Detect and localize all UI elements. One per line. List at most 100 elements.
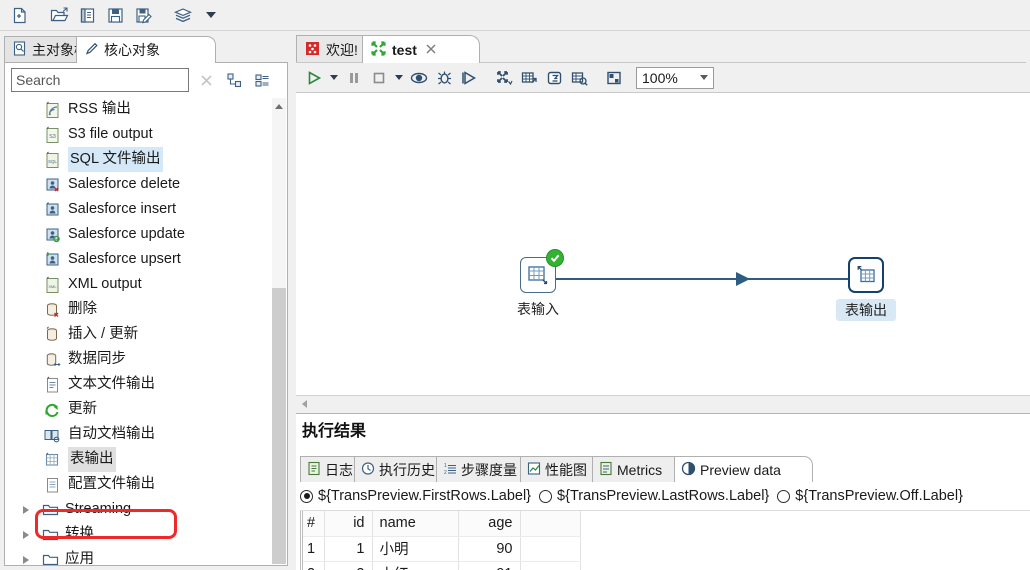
radio-off[interactable]: ${TransPreview.Off.Label} bbox=[777, 488, 963, 504]
chevron-right-icon[interactable] bbox=[17, 501, 35, 519]
preview-data-grid[interactable]: # id name age 1 1 小明 90 bbox=[300, 510, 1030, 570]
chevron-right-icon[interactable] bbox=[17, 526, 35, 544]
tab-preview-data[interactable]: Preview data bbox=[674, 456, 813, 482]
preview-data-table[interactable]: # id name age 1 1 小明 90 bbox=[300, 511, 581, 570]
save-as-icon[interactable] bbox=[130, 3, 156, 27]
clear-x-icon[interactable] bbox=[195, 69, 217, 91]
stop-dropdown-caret-icon[interactable] bbox=[392, 66, 406, 90]
debug-icon[interactable] bbox=[432, 66, 456, 90]
stop-icon[interactable] bbox=[367, 66, 391, 90]
hop-line[interactable] bbox=[528, 278, 858, 280]
tab-welcome-label: 欢迎! bbox=[326, 41, 358, 58]
tree-item-label: S3 file output bbox=[68, 126, 153, 142]
tree-item-rss-output[interactable]: RSS 输出 bbox=[5, 97, 287, 122]
cell-age: 90 bbox=[458, 536, 521, 562]
table-row[interactable]: 2 2 小红 91 bbox=[300, 561, 581, 570]
tree-item-salesforce-delete[interactable]: Salesforce delete bbox=[5, 172, 287, 197]
update-icon bbox=[43, 401, 61, 419]
tree-item-application[interactable]: 应用 bbox=[5, 547, 287, 565]
table-output-icon[interactable] bbox=[848, 257, 884, 293]
tab-performance-chart[interactable]: 性能图 bbox=[520, 456, 600, 482]
tree-item-s3-file-output[interactable]: S3 S3 file output bbox=[5, 122, 287, 147]
history-clock-icon bbox=[361, 461, 375, 479]
table-input-icon[interactable] bbox=[520, 249, 564, 293]
canvas-node-table-input[interactable]: 表输入 bbox=[508, 249, 568, 319]
canvas-node-table-output[interactable]: 表输出 bbox=[836, 257, 896, 321]
transformation-canvas[interactable]: 表输入 表输出 bbox=[296, 92, 1030, 395]
expand-all-icon[interactable] bbox=[223, 69, 245, 91]
tree-item-salesforce-upsert[interactable]: Salesforce upsert bbox=[5, 247, 287, 272]
perspective-icon[interactable] bbox=[170, 3, 196, 27]
radio-first-rows-indicator[interactable] bbox=[300, 489, 313, 503]
tree-item-data-sync[interactable]: 数据同步 bbox=[5, 347, 287, 372]
run-dropdown-caret-icon[interactable] bbox=[327, 66, 341, 90]
replay-icon[interactable] bbox=[457, 66, 481, 90]
save-icon[interactable] bbox=[102, 3, 128, 27]
tree-item-insert-update[interactable]: 插入 / 更新 bbox=[5, 322, 287, 347]
tab-core-objects[interactable]: 核心对象 bbox=[76, 36, 216, 63]
tab-log[interactable]: 日志 bbox=[300, 456, 362, 482]
tree-item-table-output[interactable]: 表输出 bbox=[5, 447, 287, 472]
radio-off-indicator[interactable] bbox=[777, 489, 791, 503]
tree-item-xml-output[interactable]: XML XML output bbox=[5, 272, 287, 297]
tab-metrics[interactable]: Metrics bbox=[592, 456, 682, 482]
new-file-icon[interactable] bbox=[6, 3, 32, 27]
tree-item-streaming[interactable]: Streaming bbox=[5, 497, 287, 522]
tree-item-update[interactable]: 更新 bbox=[5, 397, 287, 422]
tree-vertical-scrollbar[interactable] bbox=[272, 98, 286, 564]
close-icon[interactable] bbox=[425, 42, 437, 58]
search-input[interactable] bbox=[11, 68, 189, 92]
tab-execution-history[interactable]: 执行历史 bbox=[354, 456, 444, 482]
column-header-id[interactable]: id bbox=[324, 511, 373, 537]
explorer-icon[interactable] bbox=[74, 3, 100, 27]
tree-item-sql-file-output[interactable]: SQL SQL 文件输出 bbox=[5, 147, 287, 172]
chevron-down-icon[interactable] bbox=[700, 75, 708, 80]
inspect-icon[interactable] bbox=[567, 66, 591, 90]
text-file-output-icon bbox=[43, 376, 61, 394]
salesforce-insert-icon bbox=[43, 201, 61, 219]
open-file-icon[interactable] bbox=[46, 3, 72, 27]
scrollbar-thumb[interactable] bbox=[272, 288, 286, 564]
tree-item-salesforce-insert[interactable]: Salesforce insert bbox=[5, 197, 287, 222]
radio-last-rows[interactable]: ${TransPreview.LastRows.Label} bbox=[539, 488, 769, 504]
pause-icon[interactable] bbox=[342, 66, 366, 90]
tree-item-transform[interactable]: 转换 bbox=[5, 522, 287, 547]
core-objects-tree[interactable]: RSS 输出 S3 S3 file output SQL SQL 文件输出 Sa… bbox=[5, 97, 287, 565]
pencil-icon bbox=[85, 41, 99, 59]
column-header-row-number[interactable]: # bbox=[300, 511, 325, 537]
column-header-blank[interactable] bbox=[520, 511, 581, 537]
radio-first-rows-label: ${TransPreview.FirstRows.Label} bbox=[318, 488, 532, 504]
tree-item-text-file-output[interactable]: 文本文件输出 bbox=[5, 372, 287, 397]
preview-icon[interactable] bbox=[407, 66, 431, 90]
tree-item-delete[interactable]: 删除 bbox=[5, 297, 287, 322]
canvas-horizontal-scrollbar[interactable] bbox=[296, 395, 1030, 412]
tab-core-objects-label: 核心对象 bbox=[104, 42, 160, 58]
tree-item-salesforce-update[interactable]: Salesforce update bbox=[5, 222, 287, 247]
table-row[interactable]: 1 1 小明 90 bbox=[300, 536, 581, 562]
tree-item-label: 自动文档输出 bbox=[68, 426, 155, 442]
rss-output-icon bbox=[43, 101, 61, 119]
column-header-age[interactable]: age bbox=[458, 511, 521, 537]
tree-item-auto-doc-output[interactable]: 自动文档输出 bbox=[5, 422, 287, 447]
collapse-all-icon[interactable] bbox=[251, 69, 273, 91]
radio-first-rows[interactable]: ${TransPreview.FirstRows.Label} bbox=[300, 488, 531, 504]
chevron-right-icon[interactable] bbox=[17, 551, 35, 566]
column-header-name[interactable]: name bbox=[372, 511, 459, 537]
chevron-left-icon[interactable] bbox=[302, 400, 307, 408]
step-metrics-icon[interactable] bbox=[542, 66, 566, 90]
run-icon[interactable] bbox=[302, 66, 326, 90]
transformation-toolbar: 100% bbox=[296, 62, 1026, 92]
radio-last-rows-indicator[interactable] bbox=[539, 489, 553, 503]
tree-item-label: XML output bbox=[68, 276, 142, 292]
tree-item-label: 配置文件输出 bbox=[68, 476, 155, 492]
tab-step-metrics[interactable]: 12 步骤度量 bbox=[436, 456, 528, 482]
tree-item-properties-output[interactable]: 配置文件输出 bbox=[5, 472, 287, 497]
transformation-icon[interactable] bbox=[492, 66, 516, 90]
zoom-level-combo[interactable]: 100% bbox=[636, 66, 714, 89]
s3-file-output-icon: S3 bbox=[43, 126, 61, 144]
tab-test[interactable]: test bbox=[362, 35, 480, 63]
scroll-up-icon[interactable] bbox=[272, 98, 286, 114]
align-icon[interactable] bbox=[602, 66, 626, 90]
perspective-dropdown-caret-icon[interactable] bbox=[198, 3, 224, 27]
grid-arrow-icon[interactable] bbox=[517, 66, 541, 90]
